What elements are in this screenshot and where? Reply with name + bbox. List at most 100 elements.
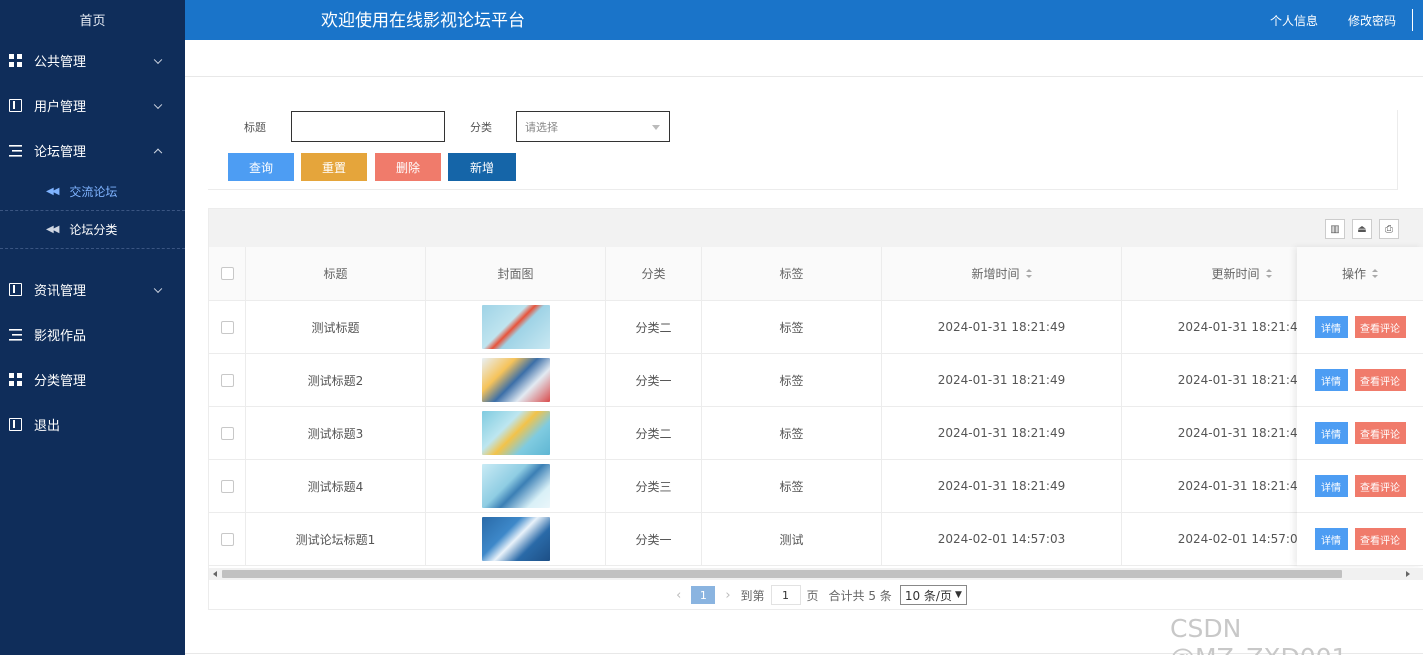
sidebar-item-category[interactable]: 分类管理 [0, 357, 185, 402]
query-button[interactable]: 查询 [228, 153, 294, 181]
sidebar-item-forum[interactable]: 论坛管理 [0, 128, 185, 173]
page-title: 欢迎使用在线影视论坛平台 [321, 11, 525, 31]
sidebar: 首页 公共管理 用户管理 论坛管理 ◀◀ 交流论坛 ◀◀ 论坛分类 资讯管理 影… [0, 0, 185, 655]
cover-image[interactable] [481, 517, 550, 561]
sort-icon [1265, 269, 1272, 278]
grid-icon [9, 54, 22, 67]
table-row-actions: 详情 查看评论 [1297, 460, 1423, 513]
scroll-right-icon[interactable] [1406, 571, 1410, 577]
cell-title: 测试标题 [246, 301, 426, 353]
prev-page-icon[interactable]: ‹ [676, 588, 681, 603]
row-checkbox[interactable] [220, 373, 234, 387]
list-icon [9, 328, 22, 341]
row-checkbox[interactable] [220, 320, 234, 334]
horizontal-scrollbar[interactable] [209, 568, 1423, 580]
row-select-cell [209, 407, 246, 459]
category-select-value: 请选择 [525, 120, 558, 134]
book-icon [9, 418, 22, 431]
sidebar-subitem-forum-category[interactable]: ◀◀ 论坛分类 [0, 211, 185, 249]
table-header-row: 操作 [1297, 247, 1423, 301]
cell-created: 2024-01-31 18:21:49 [882, 354, 1122, 406]
view-comments-button[interactable]: 查看评论 [1354, 475, 1406, 497]
cell-tag: 标签 [702, 460, 882, 512]
columns-icon[interactable]: ▥ [1325, 219, 1345, 239]
chevron-up-icon [153, 148, 163, 157]
detail-button[interactable]: 详情 [1314, 316, 1348, 338]
detail-button[interactable]: 详情 [1314, 475, 1348, 497]
print-icon[interactable]: ⎙ [1379, 219, 1399, 239]
cell-title: 测试标题4 [246, 460, 426, 512]
cell-category: 分类三 [606, 460, 702, 512]
select-all-checkbox[interactable] [220, 267, 234, 280]
view-comments-button[interactable]: 查看评论 [1354, 369, 1406, 391]
cover-image[interactable] [481, 358, 550, 402]
scrollbar-thumb[interactable] [222, 570, 1342, 578]
sidebar-item-label: 公共管理 [34, 55, 87, 70]
cell-actions: 详情 查看评论 [1297, 407, 1423, 459]
category-select[interactable]: 请选择 [516, 111, 670, 142]
delete-button[interactable]: 删除 [375, 153, 441, 181]
cell-cover [426, 460, 606, 512]
sidebar-subitem-forum-exchange[interactable]: ◀◀ 交流论坛 [0, 173, 185, 211]
chevron-down-icon [153, 100, 163, 109]
sidebar-subitem-label: 交流论坛 [69, 185, 118, 199]
cover-image[interactable] [481, 464, 550, 508]
view-comments-button[interactable]: 查看评论 [1354, 316, 1406, 338]
row-checkbox[interactable] [220, 479, 234, 493]
total-count: 合计共 5 条 [828, 588, 892, 603]
cell-actions: 详情 查看评论 [1297, 301, 1423, 353]
cover-image[interactable] [481, 305, 550, 349]
cell-cover [426, 301, 606, 353]
page-number-current[interactable]: 1 [691, 586, 716, 604]
page-size-select[interactable]: 10 条/页 ▼ [899, 585, 967, 605]
next-page-icon[interactable]: › [725, 588, 730, 603]
scroll-left-icon[interactable] [213, 571, 217, 577]
book-icon [9, 99, 22, 112]
cell-actions: 详情 查看评论 [1297, 513, 1423, 565]
sidebar-item-label: 影视作品 [34, 329, 87, 344]
row-select-cell [209, 513, 246, 565]
column-header-actions[interactable]: 操作 [1297, 247, 1423, 300]
export-icon[interactable]: ⏏ [1352, 219, 1372, 239]
breadcrumb [185, 40, 1423, 77]
add-button[interactable]: 新增 [448, 153, 516, 181]
search-form: 标题 分类 请选择 查询 重置 删除 新增 [208, 110, 1398, 190]
detail-button[interactable]: 详情 [1314, 422, 1348, 444]
cell-title: 测试标题3 [246, 407, 426, 459]
view-comments-button[interactable]: 查看评论 [1354, 528, 1406, 550]
cell-cover [426, 354, 606, 406]
column-header-created[interactable]: 新增时间 [882, 247, 1122, 300]
header-nav: 个人信息 修改密码 [1240, 0, 1413, 40]
detail-button[interactable]: 详情 [1314, 369, 1348, 391]
column-header-tag: 标签 [702, 247, 882, 300]
detail-button[interactable]: 详情 [1314, 528, 1348, 550]
sidebar-item-public[interactable]: 公共管理 [0, 38, 185, 83]
column-header-label: 操作 [1341, 267, 1366, 281]
view-comments-button[interactable]: 查看评论 [1354, 422, 1406, 444]
column-header-title: 标题 [246, 247, 426, 300]
sidebar-home[interactable]: 首页 [0, 0, 185, 38]
cover-image[interactable] [481, 411, 550, 455]
double-arrow-left-icon: ◀◀ [46, 224, 59, 235]
row-checkbox[interactable] [220, 426, 234, 440]
row-checkbox[interactable] [220, 532, 234, 546]
row-select-cell [209, 460, 246, 512]
change-password-link[interactable]: 修改密码 [1348, 12, 1396, 29]
sidebar-item-logout[interactable]: 退出 [0, 402, 185, 447]
profile-link[interactable]: 个人信息 [1270, 12, 1318, 29]
double-arrow-left-icon: ◀◀ [46, 186, 59, 197]
sidebar-item-works[interactable]: 影视作品 [0, 312, 185, 357]
reset-button[interactable]: 重置 [301, 153, 367, 181]
goto-page-input[interactable] [770, 585, 801, 605]
table-header-row: 标题 封面图 分类 标签 新增时间 更新时间 [209, 247, 1423, 301]
cell-created: 2024-01-31 18:21:49 [882, 460, 1122, 512]
cell-cover [426, 513, 606, 565]
cell-tag: 标签 [702, 407, 882, 459]
title-input[interactable] [291, 111, 445, 142]
grid-icon [9, 373, 22, 386]
sidebar-item-users[interactable]: 用户管理 [0, 83, 185, 128]
chevron-down-icon [153, 55, 163, 64]
sidebar-item-news[interactable]: 资讯管理 [0, 267, 185, 312]
caret-down-icon [652, 125, 660, 130]
cell-created: 2024-01-31 18:21:49 [882, 301, 1122, 353]
